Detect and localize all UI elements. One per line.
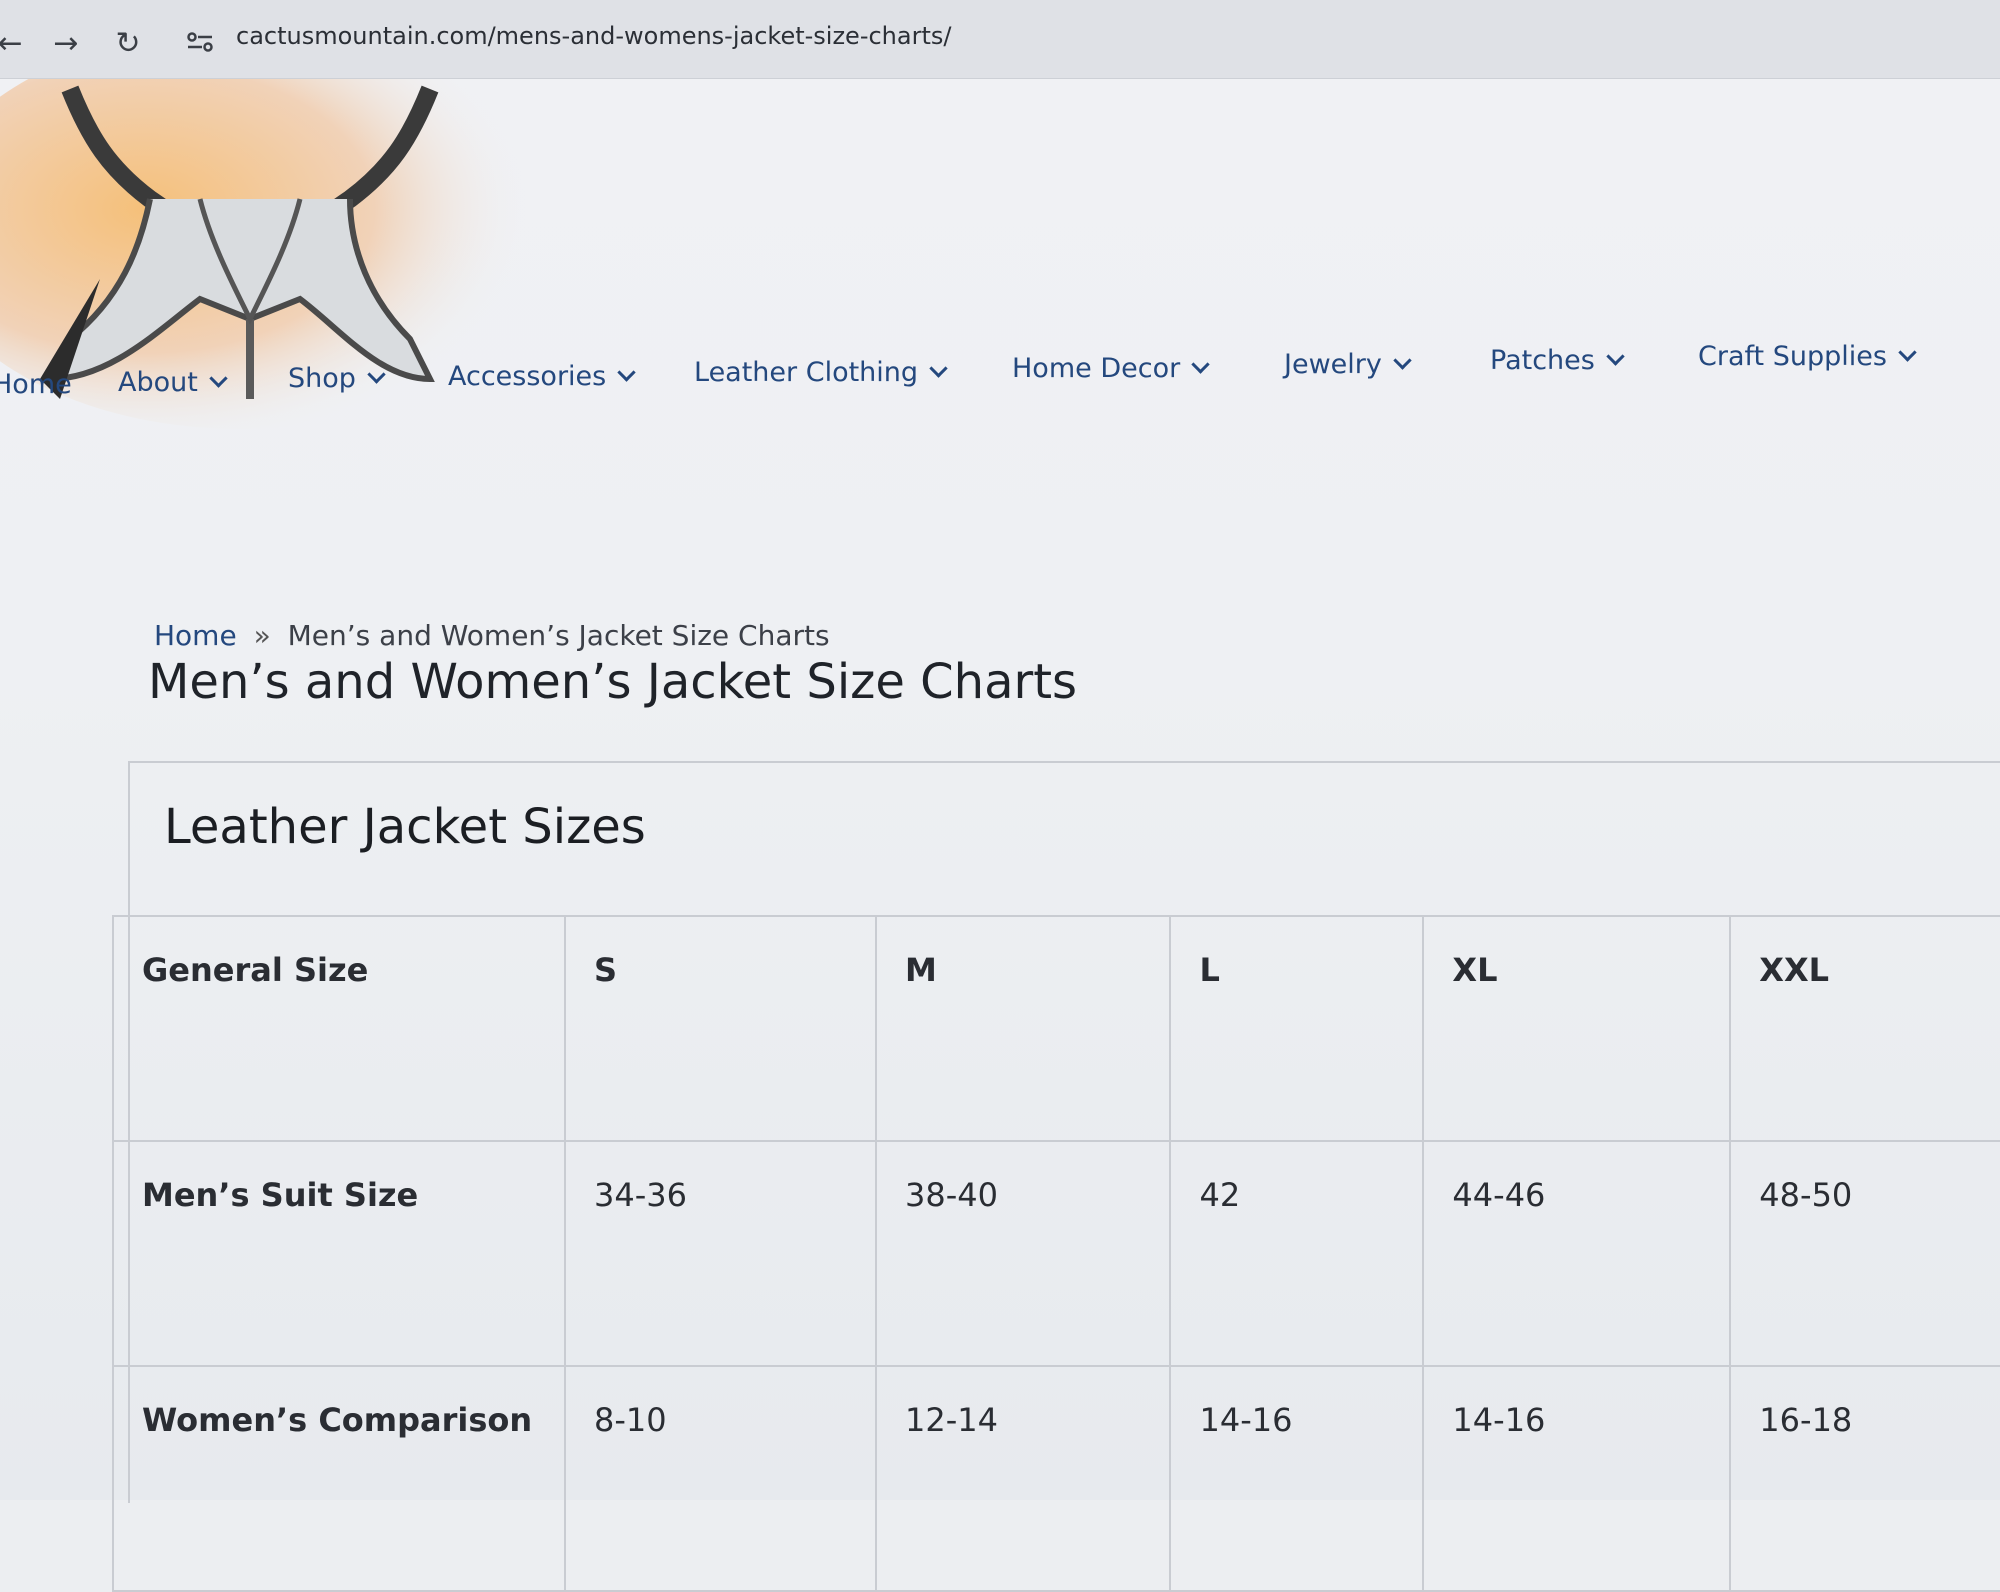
table-cell: 42 [1169, 1140, 1425, 1367]
reload-icon[interactable]: ↻ [110, 26, 146, 62]
page-content: Home About Shop Accessories Leather Clot… [0, 79, 2000, 1592]
browser-toolbar: ← → ↻ cactusmountain.com/mens-and-womens… [0, 0, 2000, 79]
nav-item-label: Craft Supplies [1698, 341, 1887, 372]
table-row-label: Women’s Comparison [111, 1365, 567, 1592]
chevron-down-icon [1898, 343, 1917, 362]
back-icon[interactable]: ← [0, 26, 28, 62]
chevron-down-icon [1191, 355, 1210, 374]
table-cell: 16-18 [1729, 1365, 2000, 1592]
nav-item-patches[interactable]: Patches [1490, 345, 1625, 376]
nav-item-label: Patches [1490, 345, 1595, 376]
size-chart-table: General Size S M L XL XXL Men’s Suit Siz… [111, 915, 2000, 1592]
size-chart-title: Leather Jacket Sizes [164, 799, 646, 855]
breadcrumb-home-link[interactable]: Home [154, 619, 237, 652]
chevron-down-icon [1606, 347, 1625, 366]
table-header-cell: L [1169, 915, 1425, 1142]
nav-item-label: Home [0, 369, 72, 400]
table-row-label: Men’s Suit Size [111, 1140, 567, 1367]
table-header-row: General Size S M L XL XXL [111, 915, 2000, 1142]
breadcrumb: Home » Men’s and Women’s Jacket Size Cha… [154, 619, 830, 652]
chevron-down-icon [209, 369, 228, 388]
table-cell: 12-14 [875, 1365, 1172, 1592]
table-header-cell: S [564, 915, 878, 1142]
table-cell: 14-16 [1169, 1365, 1425, 1592]
table-row: Women’s Comparison 8-10 12-14 14-16 14-1… [111, 1365, 2000, 1592]
chevron-down-icon [367, 365, 386, 384]
nav-item-home[interactable]: Home [0, 369, 72, 400]
table-cell: 38-40 [875, 1140, 1172, 1367]
table-cell: 34-36 [564, 1140, 878, 1367]
breadcrumb-separator: » [253, 619, 271, 652]
nav-item-label: Accessories [448, 361, 607, 392]
table-cell: 44-46 [1422, 1140, 1732, 1367]
nav-item-label: Leather Clothing [694, 357, 919, 388]
site-info-icon[interactable] [186, 30, 214, 54]
nav-item-jewelry[interactable]: Jewelry [1284, 349, 1412, 380]
table-header-cell: XXL [1729, 915, 2000, 1142]
nav-item-craft-supplies[interactable]: Craft Supplies [1698, 341, 1917, 372]
forward-icon[interactable]: → [48, 26, 84, 62]
table-row: Men’s Suit Size 34-36 38-40 42 44-46 48-… [111, 1140, 2000, 1367]
chevron-down-icon [929, 359, 948, 378]
table-cell: 14-16 [1422, 1365, 1732, 1592]
chevron-down-icon [1393, 351, 1412, 370]
page-title: Men’s and Women’s Jacket Size Charts [148, 654, 1078, 710]
table-cell: 8-10 [564, 1365, 878, 1592]
nav-item-home-decor[interactable]: Home Decor [1012, 353, 1210, 384]
nav-item-leather-clothing[interactable]: Leather Clothing [694, 357, 948, 388]
address-bar[interactable]: cactusmountain.com/mens-and-womens-jacke… [236, 22, 951, 50]
nav-item-label: Jewelry [1284, 349, 1382, 380]
table-header-cell: XL [1422, 915, 1732, 1142]
nav-item-accessories[interactable]: Accessories [448, 361, 636, 392]
nav-item-about[interactable]: About [118, 367, 228, 398]
breadcrumb-current: Men’s and Women’s Jacket Size Charts [287, 619, 830, 652]
nav-item-label: About [118, 367, 198, 398]
chevron-down-icon [617, 363, 636, 382]
table-cell: 48-50 [1729, 1140, 2000, 1367]
table-header-cell: M [875, 915, 1172, 1142]
main-navigation: Home About Shop Accessories Leather Clot… [0, 341, 2000, 411]
nav-item-label: Shop [288, 363, 356, 394]
nav-item-shop[interactable]: Shop [288, 363, 386, 394]
table-header-cell: General Size [111, 915, 567, 1142]
size-chart-panel: Leather Jacket Sizes General Size S M L … [111, 761, 2000, 1592]
nav-item-label: Home Decor [1012, 353, 1181, 384]
